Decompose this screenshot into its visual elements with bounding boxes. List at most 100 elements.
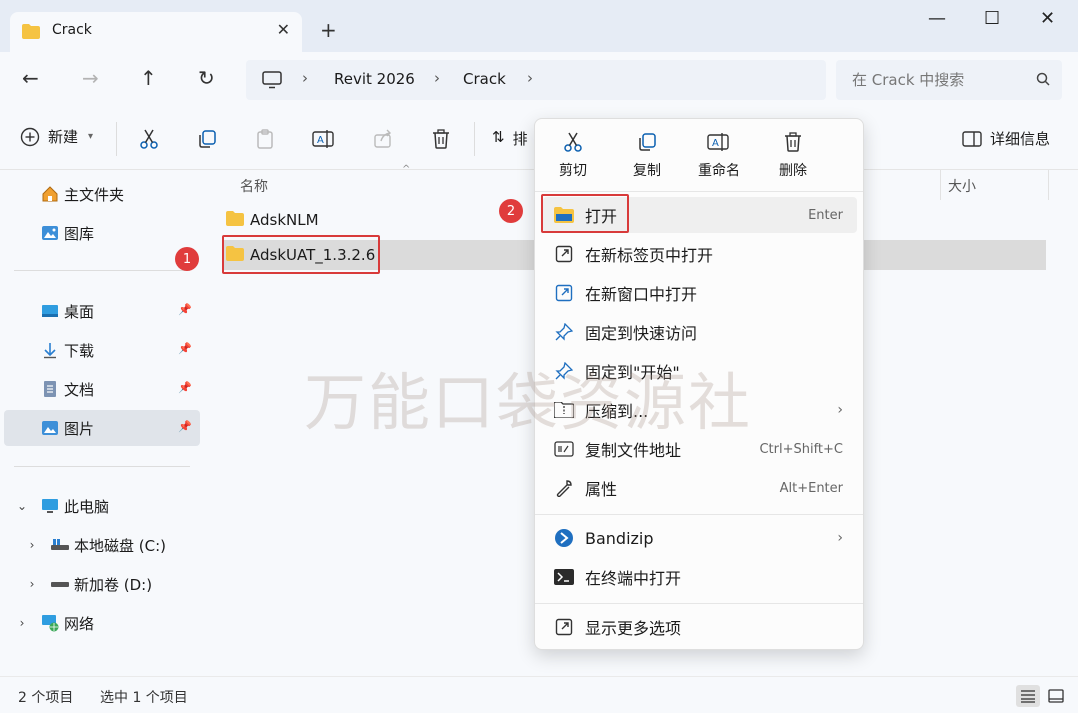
- svg-text:A: A: [317, 135, 324, 146]
- menu-item-pin-quick-access[interactable]: 固定到快速访问: [543, 314, 857, 350]
- sidebar-item-label: 桌面: [64, 302, 95, 321]
- context-rename-button[interactable]: A 重命名: [689, 131, 749, 187]
- context-rename-label: 重命名: [698, 163, 740, 179]
- chevron-right-icon[interactable]: ›: [24, 577, 40, 591]
- search-icon[interactable]: [1036, 72, 1050, 90]
- menu-divider: [535, 603, 863, 604]
- sort-ascending-icon: ^: [402, 164, 411, 175]
- refresh-icon[interactable]: ↻: [198, 66, 215, 90]
- menu-item-label: 在终端中打开: [585, 569, 682, 588]
- context-delete-label: 删除: [779, 163, 807, 179]
- sidebar-item-downloads[interactable]: 下载 📌: [4, 332, 200, 368]
- menu-item-bandizip[interactable]: Bandizip ›: [543, 520, 857, 556]
- menu-item-copy-path[interactable]: 复制文件地址 Ctrl+Shift+C: [543, 431, 857, 467]
- chevron-down-icon: ▾: [88, 131, 94, 142]
- context-menu-quick-actions: 剪切 复制 A 重命名 删除: [535, 119, 863, 191]
- context-copy-label: 复制: [633, 163, 661, 179]
- copy-path-icon: [553, 438, 575, 460]
- sidebar-item-label: 本地磁盘 (C:): [74, 536, 166, 555]
- up-arrow-icon[interactable]: ↑: [140, 66, 157, 90]
- highlight-box-folder: [222, 235, 380, 274]
- chevron-down-icon[interactable]: ⌄: [14, 499, 30, 513]
- delete-icon[interactable]: [430, 128, 452, 154]
- sidebar-item-documents[interactable]: 文档 📌: [4, 371, 200, 407]
- navigation-bar: ← → ↑ ↻ › Revit 2026 › Crack ›: [0, 52, 1078, 108]
- breadcrumb-revit[interactable]: Revit 2026: [334, 70, 415, 88]
- cut-icon[interactable]: [138, 128, 160, 154]
- column-header-name[interactable]: 名称: [240, 176, 268, 196]
- sidebar-item-desktop[interactable]: 桌面 📌: [4, 293, 200, 329]
- tiles-view-icon[interactable]: [1044, 685, 1068, 707]
- context-copy-button[interactable]: 复制: [617, 131, 677, 187]
- menu-item-properties[interactable]: 属性 Alt+Enter: [543, 470, 857, 506]
- bandizip-icon: [553, 527, 575, 549]
- context-cut-label: 剪切: [559, 163, 587, 179]
- back-arrow-icon[interactable]: ←: [22, 66, 39, 90]
- breadcrumb-chevron-icon[interactable]: ›: [527, 69, 533, 87]
- sidebar-divider: [14, 466, 190, 467]
- menu-item-open-terminal[interactable]: 在终端中打开: [543, 559, 857, 595]
- menu-item-compress[interactable]: 压缩到... ›: [543, 392, 857, 428]
- sidebar-item-gallery[interactable]: 图库: [4, 215, 200, 251]
- column-header-size[interactable]: 大小: [948, 176, 976, 196]
- monitor-icon: [262, 71, 282, 93]
- menu-item-label: 显示更多选项: [585, 619, 682, 638]
- download-icon: [40, 340, 60, 360]
- column-divider[interactable]: [940, 170, 941, 200]
- share-icon[interactable]: [372, 128, 394, 154]
- paste-icon[interactable]: [254, 128, 276, 154]
- sidebar-item-home[interactable]: 主文件夹: [4, 176, 200, 212]
- menu-item-shortcut: Ctrl+Shift+C: [759, 441, 843, 457]
- pin-start-icon: [553, 360, 575, 382]
- search-box[interactable]: [836, 60, 1062, 100]
- menu-item-pin-start[interactable]: 固定到"开始": [543, 353, 857, 389]
- sidebar-item-label: 图片: [64, 419, 95, 438]
- breadcrumb-chevron-icon[interactable]: ›: [434, 69, 440, 87]
- sidebar-item-drive-d[interactable]: › 新加卷 (D:): [4, 566, 200, 602]
- rename-icon[interactable]: A: [312, 128, 336, 154]
- forward-arrow-icon[interactable]: →: [82, 66, 99, 90]
- sidebar-divider: [14, 270, 190, 271]
- context-cut-button[interactable]: 剪切: [543, 131, 603, 187]
- pin-icon[interactable]: 📌: [178, 420, 192, 433]
- pin-icon[interactable]: 📌: [178, 342, 192, 355]
- copy-icon[interactable]: [196, 128, 218, 154]
- details-view-icon[interactable]: [1016, 685, 1040, 707]
- desktop-icon: [40, 301, 60, 321]
- tab-close-icon[interactable]: ✕: [277, 20, 290, 39]
- menu-item-open-new-window[interactable]: 在新窗口中打开: [543, 275, 857, 311]
- breadcrumb-crack[interactable]: Crack: [463, 70, 506, 88]
- menu-divider: [535, 191, 863, 192]
- new-button-label: 新建: [48, 128, 79, 146]
- details-pane-icon: [962, 130, 982, 147]
- folder-icon: [226, 210, 244, 230]
- tab-crack[interactable]: Crack ✕: [10, 12, 302, 52]
- toolbar-divider: [116, 122, 117, 156]
- new-button[interactable]: 新建 ▾: [20, 126, 93, 147]
- close-button[interactable]: ✕: [1040, 8, 1055, 29]
- chevron-right-icon[interactable]: ›: [14, 616, 30, 630]
- sort-button[interactable]: ⇅ 排: [492, 128, 528, 149]
- address-bar[interactable]: › Revit 2026 › Crack ›: [246, 60, 826, 100]
- breadcrumb-chevron-icon[interactable]: ›: [302, 69, 308, 87]
- menu-item-show-more-options[interactable]: 显示更多选项: [543, 609, 857, 645]
- pin-icon[interactable]: 📌: [178, 381, 192, 394]
- maximize-button[interactable]: ☐: [984, 8, 1000, 29]
- chevron-right-icon[interactable]: ›: [24, 538, 40, 552]
- details-pane-button[interactable]: 详细信息: [962, 128, 1050, 149]
- sidebar-item-this-pc[interactable]: ⌄ 此电脑: [4, 488, 200, 524]
- menu-item-open-new-tab[interactable]: 在新标签页中打开: [543, 236, 857, 272]
- home-icon: [40, 184, 60, 204]
- minimize-button[interactable]: —: [928, 8, 946, 29]
- sidebar-item-pictures[interactable]: 图片 📌: [4, 410, 200, 446]
- new-tab-button[interactable]: +: [320, 18, 337, 42]
- sidebar-item-network[interactable]: › 网络: [4, 605, 200, 641]
- pin-icon[interactable]: 📌: [178, 303, 192, 316]
- context-delete-button[interactable]: 删除: [763, 131, 823, 187]
- menu-divider: [535, 514, 863, 515]
- details-pane-label: 详细信息: [990, 130, 1051, 148]
- sidebar-item-drive-c[interactable]: › 本地磁盘 (C:): [4, 527, 200, 563]
- column-divider[interactable]: [1048, 170, 1049, 200]
- sidebar-item-label: 新加卷 (D:): [74, 575, 153, 594]
- search-input[interactable]: [836, 60, 1026, 100]
